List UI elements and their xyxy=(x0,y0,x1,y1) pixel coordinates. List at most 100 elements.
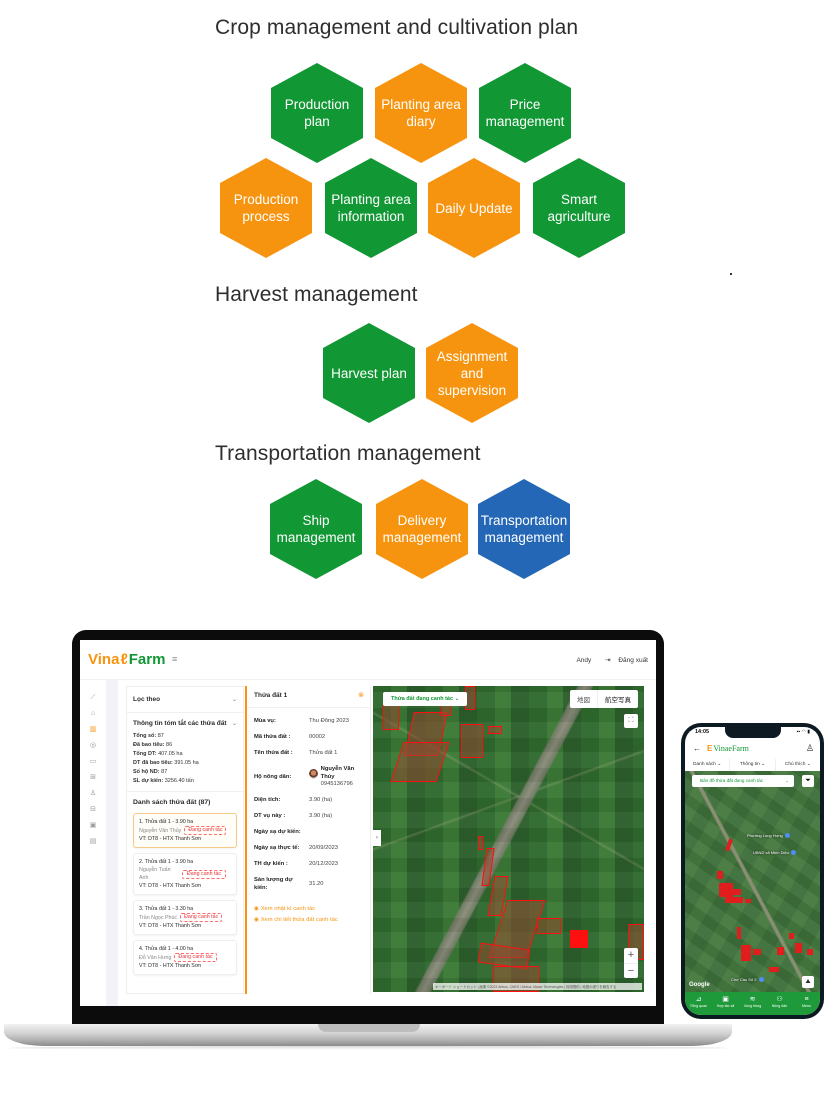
briefcase-icon[interactable]: ▭ xyxy=(80,754,106,770)
home-icon[interactable]: ⌂ xyxy=(80,706,106,722)
document-icon[interactable]: ▤ xyxy=(80,834,106,850)
laptop-notch xyxy=(318,1024,420,1032)
filter-funnel-icon[interactable]: ⏷ xyxy=(802,775,814,787)
plot-list-item[interactable]: 2. Thửa đất 1 - 3.90 ha Nguyễn Tuấn Anh Đ… xyxy=(133,853,237,895)
summary-stat: Tổng số: 87 xyxy=(133,732,164,739)
feature-hex[interactable]: Assignment and supervision xyxy=(426,323,518,423)
feature-hex[interactable]: Production plan xyxy=(271,63,363,163)
detail-field: Ngày sạ dự kiến: xyxy=(254,829,301,835)
nav-overview[interactable]: ⊿ Tổng quan xyxy=(685,992,712,1015)
laptop-shadow xyxy=(8,1046,728,1050)
detail-farmer: Hộ nông dân: Nguyễn Văn Thủy 0945136796 xyxy=(254,766,355,787)
layers-icon[interactable]: ◎ xyxy=(80,738,106,754)
plot-list-item[interactable]: 4. Thửa đất 1 - 4.00 ha Đỗ Văn Hưng Đang … xyxy=(133,940,237,975)
phone-map-filter[interactable]: Bản đồ thửa đất đang canh tác ⌄ xyxy=(692,775,794,787)
grid-icon[interactable]: ⊞ xyxy=(80,770,106,786)
detail-field: Mã thửa đất :00002 xyxy=(254,734,326,740)
icon-rail: ⟋ ⌂ ▥ ◎ ▭ ⊞ ♙ ⊟ ▣ ▤ xyxy=(80,680,106,1006)
tab-legend[interactable]: Chú thích ⌄ xyxy=(776,759,820,771)
summary-stat: SL dự kiến: 3256.40 tấn xyxy=(133,777,194,784)
feature-hex[interactable]: Ship management xyxy=(270,479,362,579)
directions-icon[interactable]: ⛰ xyxy=(802,976,814,988)
nav-planting-area[interactable]: ≋ Vùng trồng xyxy=(739,992,766,1015)
chart-line-icon[interactable]: ⟋ xyxy=(80,690,106,706)
plot-polygon[interactable] xyxy=(461,724,483,758)
app-header: VinaℓFarm ≡ Andy ⇥ Đăng xuất xyxy=(80,640,656,680)
plot-list-item[interactable]: 1. Thửa đất 1 - 3.90 ha Nguyễn Văn Thủy Đ… xyxy=(133,813,237,848)
users-icon[interactable]: ♙ xyxy=(80,786,106,802)
nav-farmers[interactable]: ⚇ Nông dân xyxy=(766,992,793,1015)
map-filter-dropdown[interactable]: Thửa đất đang canh tác ⌄ xyxy=(383,692,468,706)
nav-cooperative[interactable]: ▣ Hợp tác xã xyxy=(712,992,739,1015)
back-arrow-icon[interactable]: ← xyxy=(693,744,701,753)
google-logo: Google xyxy=(689,982,710,988)
eye-icon: ◉ xyxy=(254,906,260,912)
tab-list[interactable]: Danh sách ⌄ xyxy=(685,759,731,771)
fullscreen-icon[interactable]: ⛶ xyxy=(624,714,638,728)
menu-icon: ≡ xyxy=(804,996,809,1003)
map-poi[interactable]: Phường Long Hưng xyxy=(747,833,790,839)
filter-panel: Lọc theo ⌄ Thông tin tóm tắt các thửa đấ… xyxy=(126,686,244,994)
detail-field: DT vụ này :3.90 (ha) xyxy=(254,813,333,819)
detail-field: Mùa vụ: Thu Đông 2023 xyxy=(254,718,349,724)
feature-hex[interactable]: Production process xyxy=(220,158,312,258)
apps-icon[interactable]: ⊟ xyxy=(80,802,106,818)
status-time: 14:05 xyxy=(695,729,710,735)
chart-icon: ⊿ xyxy=(695,996,702,1003)
map-icon[interactable]: ▥ xyxy=(80,722,106,738)
view-diary-link[interactable]: ◉ Xem nhật kí canh tác xyxy=(254,906,363,912)
phone-map[interactable]: Bản đồ thửa đất đang canh tác ⌄ ⏷ Phường … xyxy=(685,771,820,992)
summary-stat: DT đã bao tiêu: 391.05 ha xyxy=(133,759,199,766)
detail-field: Sản lượng dự kiến: 31.20 xyxy=(254,877,324,891)
collapse-panel-button[interactable]: ‹ xyxy=(373,830,381,846)
map-poi[interactable]: Chợ Cầu Số 2 xyxy=(731,977,764,983)
section-title-crop: Crop management and cultivation plan xyxy=(215,16,579,39)
feature-hex[interactable]: Smart agriculture xyxy=(533,158,625,258)
zoom-in-button[interactable]: + xyxy=(624,948,638,963)
map-zoom-control: + − xyxy=(624,948,638,978)
vinaefarm-logo: EVinaeFarm xyxy=(707,744,749,753)
feature-hex[interactable]: Price management xyxy=(479,63,571,163)
calendar-icon[interactable]: ▣ xyxy=(80,818,106,834)
logout-button[interactable]: ⇥ Đăng xuất xyxy=(599,657,648,664)
phone-screen: 14:05 ▪▪ ◠ ▮ ← EVinaeFarm ♙ Danh sách ⌄ … xyxy=(685,727,820,1015)
filter-dropdown[interactable]: Lọc theo ⌄ xyxy=(127,687,243,713)
phone-tabs: Danh sách ⌄ Thông tin ⌄ Chú thích ⌄ xyxy=(685,759,820,771)
nav-menu[interactable]: ≡ Menu xyxy=(793,992,820,1015)
map-type-map[interactable]: 地図 xyxy=(570,690,597,708)
feature-hex[interactable]: Daily Update xyxy=(428,158,520,258)
plot-list-title: Danh sách thửa đất (87) xyxy=(127,791,243,810)
plot-polygon[interactable] xyxy=(537,918,561,934)
plot-list-item[interactable]: 3. Thửa đất 1 - 3.30 ha Trần Ngọc Phúc Đa… xyxy=(133,900,237,935)
section-title-transport: Transportation management xyxy=(215,442,481,465)
phone-header: ← EVinaeFarm ♙ xyxy=(685,740,820,758)
plot-polygon[interactable] xyxy=(383,704,399,730)
chevron-down-icon: ⌄ xyxy=(231,721,237,727)
hamburger-icon[interactable]: ≡ xyxy=(172,654,177,664)
feature-hex[interactable]: Transportation management xyxy=(478,479,570,579)
feature-hex[interactable]: Harvest plan xyxy=(323,323,415,423)
zoom-out-button[interactable]: − xyxy=(624,963,638,978)
summary-toggle[interactable]: Thông tin tóm tắt các thửa đất ⌄ xyxy=(127,713,243,731)
vinafarm-logo[interactable]: VinaℓFarm xyxy=(88,651,165,668)
user-icon[interactable]: ♙ xyxy=(806,743,814,754)
view-plot-detail-link[interactable]: ◉ Xem chi tiết thửa đất canh tác xyxy=(254,917,363,923)
plot-detail-panel: Thửa đất 1 ⊗ Mùa vụ: Thu Đông 2023 Mã thử… xyxy=(245,686,371,994)
map-poi[interactable]: UBND xã Minh Diệu xyxy=(753,850,796,856)
tab-info[interactable]: Thông tin ⌄ xyxy=(730,759,776,771)
logout-icon: ⇥ xyxy=(605,657,611,664)
close-icon[interactable]: ⊗ xyxy=(358,691,364,699)
feature-hex[interactable]: Delivery management xyxy=(376,479,468,579)
feature-hex[interactable]: Planting area information xyxy=(325,158,417,258)
laptop-screen: VinaℓFarm ≡ Andy ⇥ Đăng xuất ⟋ ⌂ ▥ ◎ ▭ ⊞… xyxy=(80,640,656,1006)
detail-field: Tên thửa đất : Thửa đất 1 xyxy=(254,750,338,756)
detail-title: Thửa đất 1 xyxy=(254,692,288,699)
satellite-map[interactable]: Thửa đất đang canh tác ⌄ 地図 航空写真 ⛶ + − キ… xyxy=(373,686,644,992)
feature-hex[interactable]: Planting area diary xyxy=(375,63,467,163)
status-badge: Đang canh tác xyxy=(180,913,223,922)
map-type-satellite[interactable]: 航空写真 xyxy=(597,690,638,708)
phone-notch xyxy=(725,727,781,738)
plot-polygon[interactable] xyxy=(488,726,502,734)
plot-polygon-selected[interactable] xyxy=(570,930,588,948)
plot-polygon[interactable] xyxy=(478,836,483,850)
